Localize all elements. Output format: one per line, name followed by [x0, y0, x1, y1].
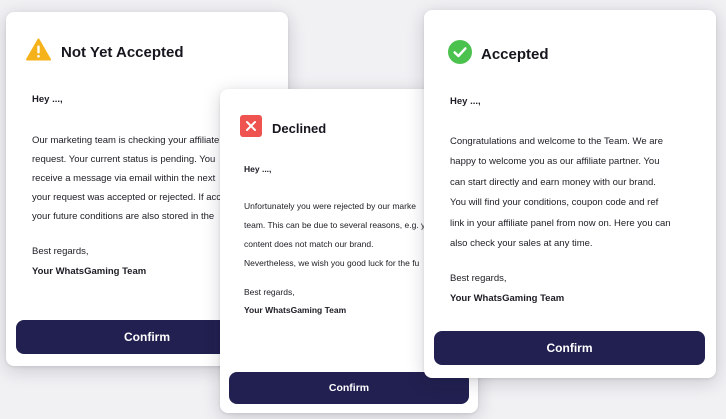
message-line: happy to welcome you as our affiliate pa…	[450, 156, 660, 168]
team-signature: Your WhatsGaming Team	[450, 293, 565, 304]
team-signature: Your WhatsGaming Team	[32, 266, 147, 277]
card-header: Not Yet Accepted	[26, 38, 184, 66]
message-line: You will find your conditions, coupon co…	[450, 197, 659, 209]
close-icon	[240, 115, 262, 142]
card-title: Not Yet Accepted	[61, 43, 184, 61]
greeting: Hey ...,	[32, 94, 63, 105]
greeting: Hey ...,	[450, 96, 481, 107]
message-line: Congratulations and welcome to the Team.…	[450, 136, 663, 147]
message-line: also check your sales at any time.	[450, 238, 593, 250]
message-line: can start directly and earn money with o…	[450, 176, 656, 188]
sign-off: Best regards,	[450, 273, 507, 284]
message-body: Congratulations and welcome to the Team.…	[450, 132, 702, 254]
card-title: Declined	[272, 121, 327, 136]
warning-icon	[26, 38, 51, 66]
accepted-card: Accepted Hey ..., Congratulations and we…	[424, 10, 716, 378]
team-signature: Your WhatsGaming Team	[244, 305, 347, 315]
message-line: link in your affiliate panel from now on…	[450, 217, 671, 229]
card-header: Accepted	[448, 40, 549, 69]
greeting: Hey ...,	[244, 164, 272, 174]
card-title: Accepted	[481, 46, 549, 63]
confirm-button[interactable]: Confirm	[434, 331, 705, 365]
card-header: Declined	[240, 115, 326, 142]
sign-off: Best regards,	[32, 246, 89, 257]
sign-off: Best regards,	[244, 287, 295, 297]
check-icon	[448, 40, 472, 69]
